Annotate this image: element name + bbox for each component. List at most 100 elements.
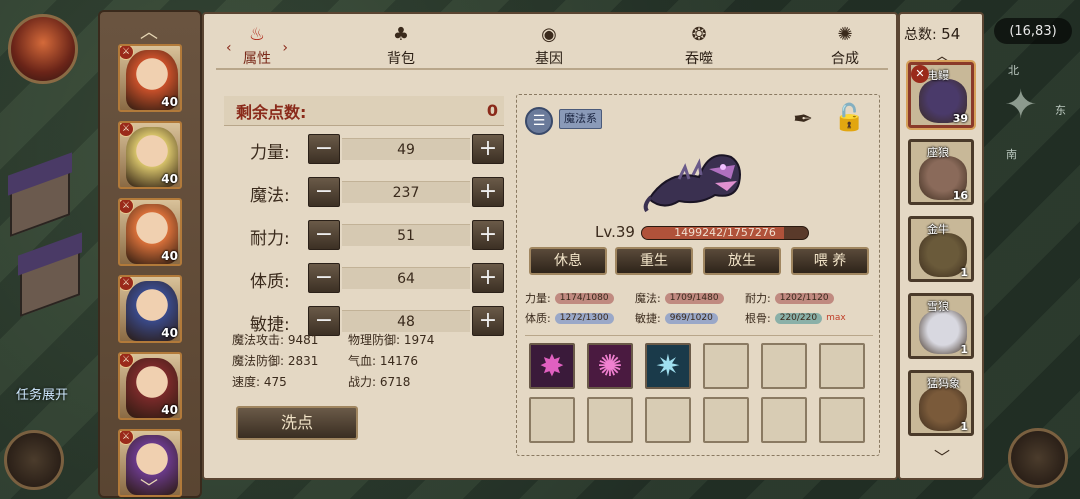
pet-list: ︿ 电鳗 39 ✕ 座狼 16 金牛 1 雪狼 1 猛犸象 1 ﹀ bbox=[898, 12, 984, 480]
rename-quill-icon[interactable]: ✒ bbox=[793, 105, 813, 133]
increase-button[interactable]: + bbox=[472, 177, 504, 207]
close-icon[interactable]: ✕ bbox=[911, 65, 929, 83]
lock-icon[interactable]: 🔓 bbox=[833, 103, 865, 133]
hero-scroll-down-icon[interactable]: ﹀ bbox=[140, 474, 158, 499]
hero-scroll-up-icon[interactable]: ︿ bbox=[140, 18, 158, 44]
pet-attribute-panel: ‹ ♨ 属性 › ♣ 背包 ◉ 基因 ❂ 吞噬 ✺ 合成 剩余点数: 0 力量:… bbox=[202, 12, 898, 480]
tab-bar: ‹ ♨ 属性 › ♣ 背包 ◉ 基因 ❂ 吞噬 ✺ 合成 bbox=[204, 14, 896, 72]
devour-icon: ❂ bbox=[691, 24, 707, 45]
pet-attribute-label: 根骨: bbox=[745, 312, 771, 325]
mission-expand-label[interactable]: 任务展开 bbox=[16, 384, 68, 403]
decrease-button[interactable]: − bbox=[308, 134, 340, 164]
pet-card[interactable]: 猛犸象 1 bbox=[908, 370, 974, 436]
hero-level: 40 bbox=[161, 172, 178, 186]
pet-card[interactable]: 座狼 16 bbox=[908, 139, 974, 205]
hero-card[interactable]: ⚔ 40 bbox=[118, 275, 182, 343]
increase-button[interactable]: + bbox=[472, 134, 504, 164]
pet-attribute-label: 体质: bbox=[525, 312, 551, 325]
pet-card[interactable]: 雪狼 1 bbox=[908, 293, 974, 359]
pet-card[interactable]: 金牛 1 bbox=[908, 216, 974, 282]
max-tag: max bbox=[826, 313, 846, 323]
tab-gene[interactable]: ◉ 基因 bbox=[514, 24, 584, 70]
reset-points-button[interactable]: 洗点 bbox=[236, 406, 358, 440]
hero-card[interactable]: ⚔ 40 bbox=[118, 352, 182, 420]
rebirth-button[interactable]: 重生 bbox=[615, 247, 693, 275]
fusion-icon: ✺ bbox=[837, 24, 853, 45]
hero-card[interactable]: ⚔ 40 bbox=[118, 121, 182, 189]
pet-attribute-value: 1272/1300 bbox=[554, 312, 614, 324]
pet-level: 39 bbox=[952, 112, 968, 125]
stat-value: 51 bbox=[342, 224, 470, 246]
increase-button[interactable]: + bbox=[472, 263, 504, 293]
magic-defense: 魔法防御: 2831 bbox=[232, 354, 319, 368]
empty-skill-slot[interactable] bbox=[529, 397, 575, 443]
element-tag: 魔法系 bbox=[559, 109, 602, 129]
hp: 气血: 14176 bbox=[348, 354, 419, 368]
increase-button[interactable]: + bbox=[472, 306, 504, 336]
empty-skill-slot[interactable] bbox=[703, 343, 749, 389]
remaining-points-label: 剩余点数: bbox=[236, 102, 307, 122]
hero-card[interactable]: ⚔ 40 bbox=[118, 198, 182, 266]
pet-card[interactable]: 电鳗 39 ✕ bbox=[908, 62, 974, 128]
home-button[interactable] bbox=[1008, 428, 1068, 488]
stat-label: 体质: bbox=[250, 272, 290, 292]
pet-detail: ☰ 魔法系 ✒ 🔓 Lv.39 1499242/1757276 休息 重生 放生… bbox=[516, 94, 880, 456]
map-coordinates: (16,83) bbox=[994, 18, 1072, 44]
magic-attack: 魔法攻击: 9481 bbox=[232, 333, 319, 347]
tab-bag[interactable]: ♣ 背包 bbox=[366, 24, 436, 70]
pet-total-value: 54 bbox=[941, 25, 961, 43]
increase-button[interactable]: + bbox=[472, 220, 504, 250]
decrease-button[interactable]: − bbox=[308, 263, 340, 293]
bag-icon: ♣ bbox=[392, 24, 410, 45]
pet-level-row: Lv.39 1499242/1757276 bbox=[595, 223, 835, 243]
stat-row: 耐力: −51 + bbox=[224, 220, 504, 252]
empty-skill-slot[interactable] bbox=[819, 397, 865, 443]
empty-skill-slot[interactable] bbox=[587, 397, 633, 443]
pet-name: 座狼 bbox=[927, 146, 949, 159]
hero-level: 40 bbox=[161, 403, 178, 417]
pet-attribute: 耐力: 1202/1120 bbox=[745, 289, 834, 307]
pet-level: 1 bbox=[960, 420, 968, 433]
pet-level: 1 bbox=[960, 266, 968, 279]
hero-card[interactable]: ⚔ 40 bbox=[118, 44, 182, 112]
pet-name: 金牛 bbox=[927, 223, 949, 236]
pet-sprite bbox=[643, 154, 741, 213]
combat-power: 战力: 6718 bbox=[348, 375, 411, 389]
empty-skill-slot[interactable] bbox=[703, 397, 749, 443]
decrease-button[interactable]: − bbox=[308, 220, 340, 250]
tab-fusion[interactable]: ✺ 合成 bbox=[810, 24, 880, 70]
tab-devour[interactable]: ❂ 吞噬 bbox=[664, 24, 734, 70]
pet-scroll-down-icon[interactable]: ﹀ bbox=[934, 444, 950, 468]
pet-total-label: 总数: bbox=[904, 27, 937, 43]
empty-skill-slot[interactable] bbox=[645, 397, 691, 443]
skill-icon[interactable]: ✺ bbox=[587, 343, 633, 389]
list-icon[interactable]: ☰ bbox=[525, 107, 553, 135]
tab-attributes[interactable]: ‹ ♨ 属性 › bbox=[222, 24, 292, 70]
skill-icon[interactable]: ✸ bbox=[529, 343, 575, 389]
pet-level: 16 bbox=[952, 189, 968, 202]
decrease-button[interactable]: − bbox=[308, 177, 340, 207]
pet-level: Lv.39 bbox=[595, 223, 635, 241]
empty-skill-slot[interactable] bbox=[819, 343, 865, 389]
stat-row: 力量: −49 + bbox=[224, 134, 504, 166]
hero-level: 40 bbox=[161, 326, 178, 340]
skill-icon[interactable]: ✷ bbox=[645, 343, 691, 389]
player-avatar[interactable] bbox=[8, 14, 78, 84]
bottom-left-menu-button[interactable] bbox=[4, 430, 64, 490]
pet-name: 雪狼 bbox=[927, 300, 949, 313]
compass-east: 东 bbox=[1055, 104, 1066, 117]
stat-value: 49 bbox=[342, 138, 470, 160]
stat-label: 力量: bbox=[250, 143, 290, 163]
physical-defense: 物理防御: 1974 bbox=[348, 333, 435, 347]
empty-skill-slot[interactable] bbox=[761, 397, 807, 443]
pet-attribute-value: 1709/1480 bbox=[664, 292, 724, 304]
pet-attribute-label: 耐力: bbox=[745, 292, 771, 305]
pet-attribute-label: 敏捷: bbox=[635, 312, 661, 325]
rest-button[interactable]: 休息 bbox=[529, 247, 607, 275]
release-button[interactable]: 放生 bbox=[703, 247, 781, 275]
empty-skill-slot[interactable] bbox=[761, 343, 807, 389]
stat-value: 48 bbox=[342, 310, 470, 332]
feed-button[interactable]: 喂 养 bbox=[791, 247, 869, 275]
pet-attribute-value: 1202/1120 bbox=[774, 292, 834, 304]
pet-attribute: 力量: 1174/1080 bbox=[525, 289, 614, 307]
